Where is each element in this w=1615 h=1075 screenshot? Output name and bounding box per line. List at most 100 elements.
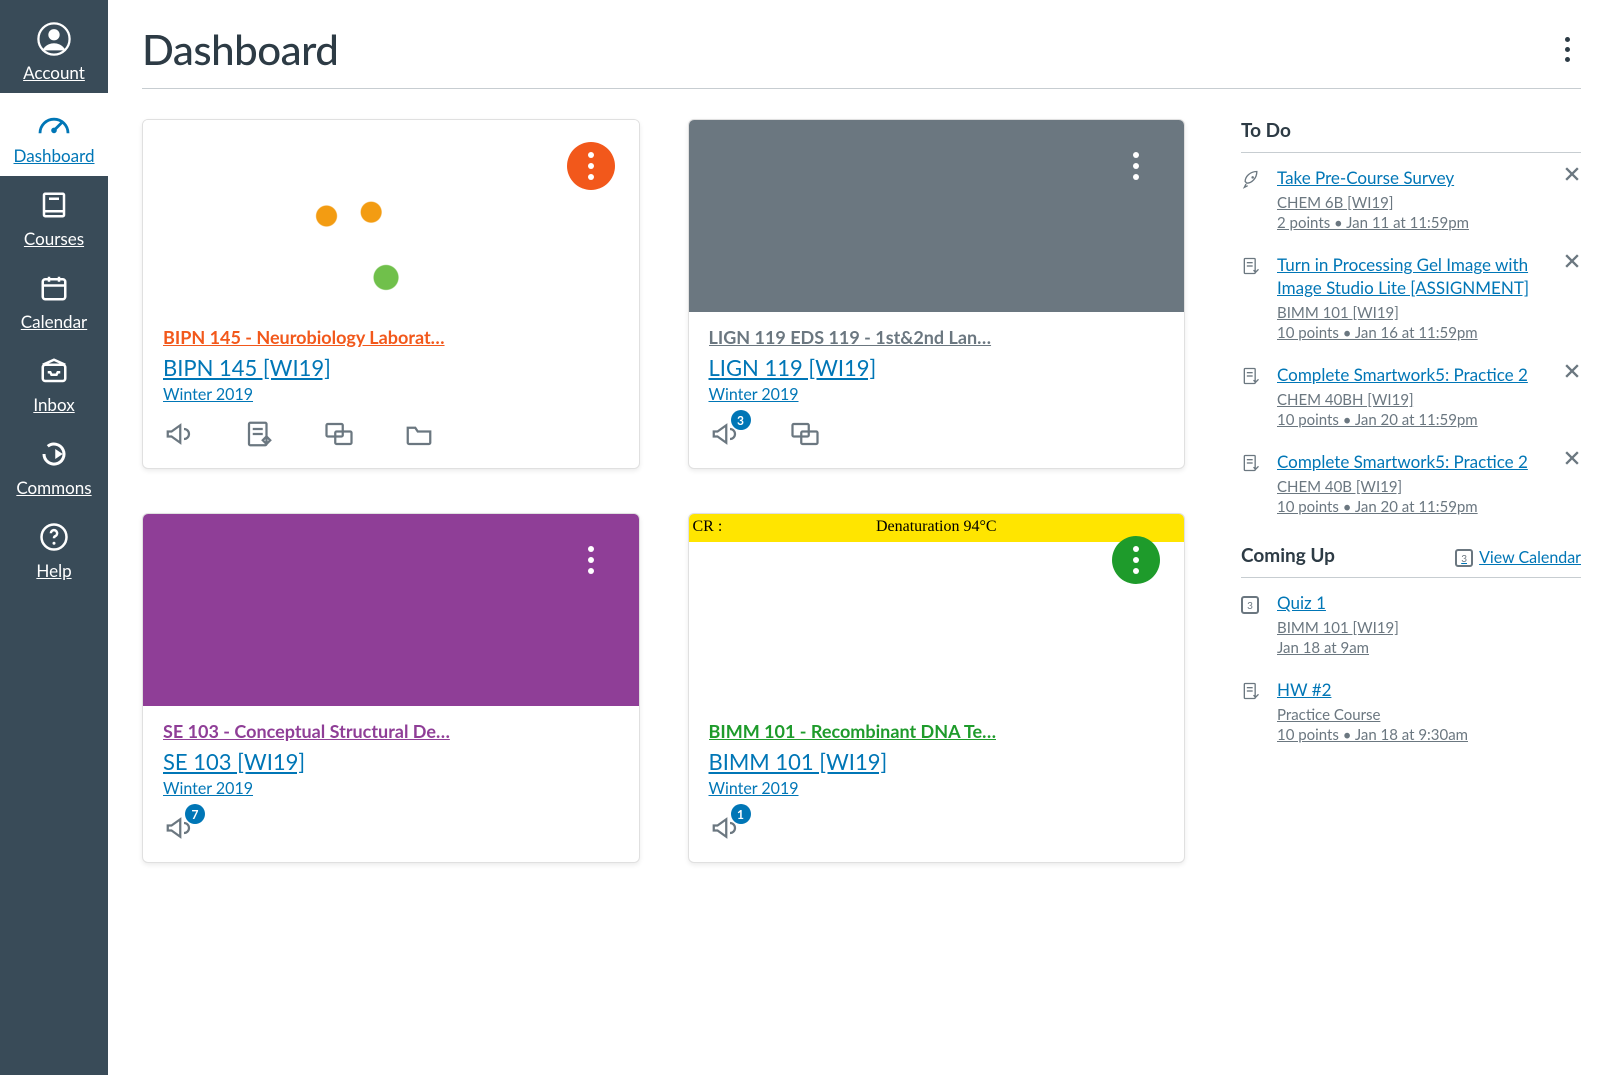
todo-item: Turn in Processing Gel Image with Image … bbox=[1241, 254, 1581, 342]
course-card[interactable]: SE 103 - Conceptual Structural De… SE 103… bbox=[142, 513, 640, 863]
nav-inbox[interactable]: Inbox bbox=[0, 342, 108, 425]
card-actions bbox=[143, 408, 639, 468]
nav-label: Calendar bbox=[21, 311, 87, 332]
card-course-title[interactable]: SE 103 - Conceptual Structural De… bbox=[163, 720, 619, 742]
calendar-day-icon: 3 bbox=[1241, 596, 1259, 614]
nav-help[interactable]: Help bbox=[0, 508, 108, 591]
todo-course: BIMM 101 [WI19] bbox=[1277, 304, 1559, 322]
coming-up-meta: Jan 18 at 9am bbox=[1277, 639, 1559, 657]
discussions-button[interactable] bbox=[323, 418, 355, 450]
pcr-banner-text: CR :Denaturation 94°C bbox=[689, 518, 1185, 536]
dismiss-todo-button[interactable] bbox=[1565, 167, 1581, 183]
card-color-menu-button[interactable] bbox=[567, 142, 615, 190]
todo-item: Complete Smartwork5: Practice 2 CHEM 40B … bbox=[1241, 451, 1581, 516]
coming-up-header: Coming Up 3 View Calendar bbox=[1241, 544, 1581, 579]
nav-label: Help bbox=[36, 560, 71, 581]
coming-up-heading: Coming Up bbox=[1241, 544, 1335, 567]
dashboard-options-button[interactable] bbox=[1553, 31, 1581, 67]
unread-badge: 1 bbox=[731, 804, 751, 824]
card-course-code[interactable]: SE 103 [WI19] bbox=[163, 748, 619, 775]
card-actions: 7 bbox=[143, 802, 639, 862]
course-card[interactable]: BIPN 145 - Neurobiology Laborat… BIPN 145… bbox=[142, 119, 640, 469]
card-course-title[interactable]: BIMM 101 - Recombinant DNA Te… bbox=[709, 720, 1165, 742]
calendar-icon: 3 bbox=[1241, 594, 1263, 657]
course-card[interactable]: CR :Denaturation 94°C BIMM 101 - Recombin… bbox=[688, 513, 1186, 863]
course-cards: BIPN 145 - Neurobiology Laborat… BIPN 145… bbox=[142, 119, 1185, 863]
assignment-icon bbox=[1241, 681, 1263, 744]
nav-commons[interactable]: Commons bbox=[0, 425, 108, 508]
card-color-menu-button[interactable] bbox=[1112, 536, 1160, 584]
card-course-code[interactable]: LIGN 119 [WI19] bbox=[709, 354, 1165, 381]
card-body: BIPN 145 - Neurobiology Laborat… BIPN 145… bbox=[143, 312, 639, 408]
view-calendar-link[interactable]: 3 View Calendar bbox=[1455, 548, 1581, 567]
card-course-code[interactable]: BIPN 145 [WI19] bbox=[163, 354, 619, 381]
coming-up-title-link[interactable]: HW #2 bbox=[1277, 679, 1559, 702]
assignments-icon bbox=[244, 419, 274, 449]
card-hero-image: CR :Denaturation 94°C bbox=[689, 514, 1185, 706]
todo-points-due: 10 points • Jan 16 at 11:59pm bbox=[1277, 324, 1559, 342]
view-calendar-label: View Calendar bbox=[1479, 548, 1581, 567]
discussions-button[interactable] bbox=[789, 418, 821, 450]
card-course-term: Winter 2019 bbox=[709, 779, 1165, 798]
card-course-title[interactable]: LIGN 119 EDS 119 - 1st&2nd Lan… bbox=[709, 326, 1165, 348]
coming-up-item: 3Quiz 1BIMM 101 [WI19]Jan 18 at 9am bbox=[1241, 592, 1581, 657]
coming-up-title-link[interactable]: Quiz 1 bbox=[1277, 592, 1559, 615]
todo-title-link[interactable]: Take Pre-Course Survey bbox=[1277, 167, 1559, 190]
files-button[interactable] bbox=[403, 418, 435, 450]
course-card[interactable]: LIGN 119 EDS 119 - 1st&2nd Lan… LIGN 119 … bbox=[688, 119, 1186, 469]
dismiss-todo-button[interactable] bbox=[1565, 364, 1581, 380]
card-course-code[interactable]: BIMM 101 [WI19] bbox=[709, 748, 1165, 775]
card-color-menu-button[interactable] bbox=[1112, 142, 1160, 190]
card-course-term: Winter 2019 bbox=[709, 385, 1165, 404]
coming-up-course: Practice Course bbox=[1277, 706, 1559, 724]
nav-label: Courses bbox=[24, 228, 84, 249]
todo-title-link[interactable]: Turn in Processing Gel Image with Image … bbox=[1277, 254, 1559, 300]
book-icon bbox=[37, 188, 71, 222]
page-title: Dashboard bbox=[142, 24, 338, 74]
card-course-term: Winter 2019 bbox=[163, 779, 619, 798]
todo-title-link[interactable]: Complete Smartwork5: Practice 2 bbox=[1277, 451, 1559, 474]
global-nav: Account Dashboard Courses Calendar Inbox… bbox=[0, 0, 108, 1075]
announcements-button[interactable] bbox=[163, 418, 195, 450]
announcements-button[interactable]: 3 bbox=[709, 418, 741, 450]
todo-item: Take Pre-Course SurveyCHEM 6B [WI19]2 po… bbox=[1241, 167, 1581, 232]
user-avatar-icon bbox=[37, 22, 71, 56]
card-actions: 1 bbox=[689, 802, 1185, 862]
coming-up-meta: 10 points • Jan 18 at 9:30am bbox=[1277, 726, 1559, 744]
nav-dashboard[interactable]: Dashboard bbox=[0, 93, 108, 176]
question-circle-icon bbox=[37, 520, 71, 554]
discussions-icon bbox=[324, 419, 354, 449]
announcements-icon bbox=[164, 419, 194, 449]
dismiss-todo-button[interactable] bbox=[1565, 254, 1581, 270]
discussions-icon bbox=[790, 419, 820, 449]
assignment-icon bbox=[1241, 453, 1263, 516]
todo-course: CHEM 40B [WI19] bbox=[1277, 478, 1559, 496]
assignment-icon bbox=[1241, 256, 1263, 342]
unread-badge: 7 bbox=[185, 804, 205, 824]
main-area: Dashboard BIPN 145 - Neurobiology Labora… bbox=[108, 0, 1615, 903]
announcements-button[interactable]: 1 bbox=[709, 812, 741, 844]
unread-badge: 3 bbox=[731, 410, 751, 430]
card-color-menu-button[interactable] bbox=[567, 536, 615, 584]
card-course-title[interactable]: BIPN 145 - Neurobiology Laborat… bbox=[163, 326, 619, 348]
files-icon bbox=[404, 419, 434, 449]
todo-points-due: 2 points • Jan 11 at 11:59pm bbox=[1277, 214, 1559, 232]
assignments-button[interactable] bbox=[243, 418, 275, 450]
todo-title-link[interactable]: Complete Smartwork5: Practice 2 bbox=[1277, 364, 1559, 387]
rocket-icon bbox=[1241, 169, 1263, 232]
todo-points-due: 10 points • Jan 20 at 11:59pm bbox=[1277, 498, 1559, 516]
card-course-term: Winter 2019 bbox=[163, 385, 619, 404]
todo-points-due: 10 points • Jan 20 at 11:59pm bbox=[1277, 411, 1559, 429]
inbox-icon bbox=[37, 354, 71, 388]
dismiss-todo-button[interactable] bbox=[1565, 451, 1581, 467]
calendar-icon bbox=[37, 271, 71, 305]
announcements-button[interactable]: 7 bbox=[163, 812, 195, 844]
calendar-mini-icon: 3 bbox=[1455, 549, 1473, 567]
nav-label: Inbox bbox=[33, 394, 74, 415]
card-actions: 3 bbox=[689, 408, 1185, 468]
card-hero-image bbox=[143, 120, 639, 312]
nav-account[interactable]: Account bbox=[0, 10, 108, 93]
nav-courses[interactable]: Courses bbox=[0, 176, 108, 259]
todo-course: CHEM 40BH [WI19] bbox=[1277, 391, 1559, 409]
nav-calendar[interactable]: Calendar bbox=[0, 259, 108, 342]
